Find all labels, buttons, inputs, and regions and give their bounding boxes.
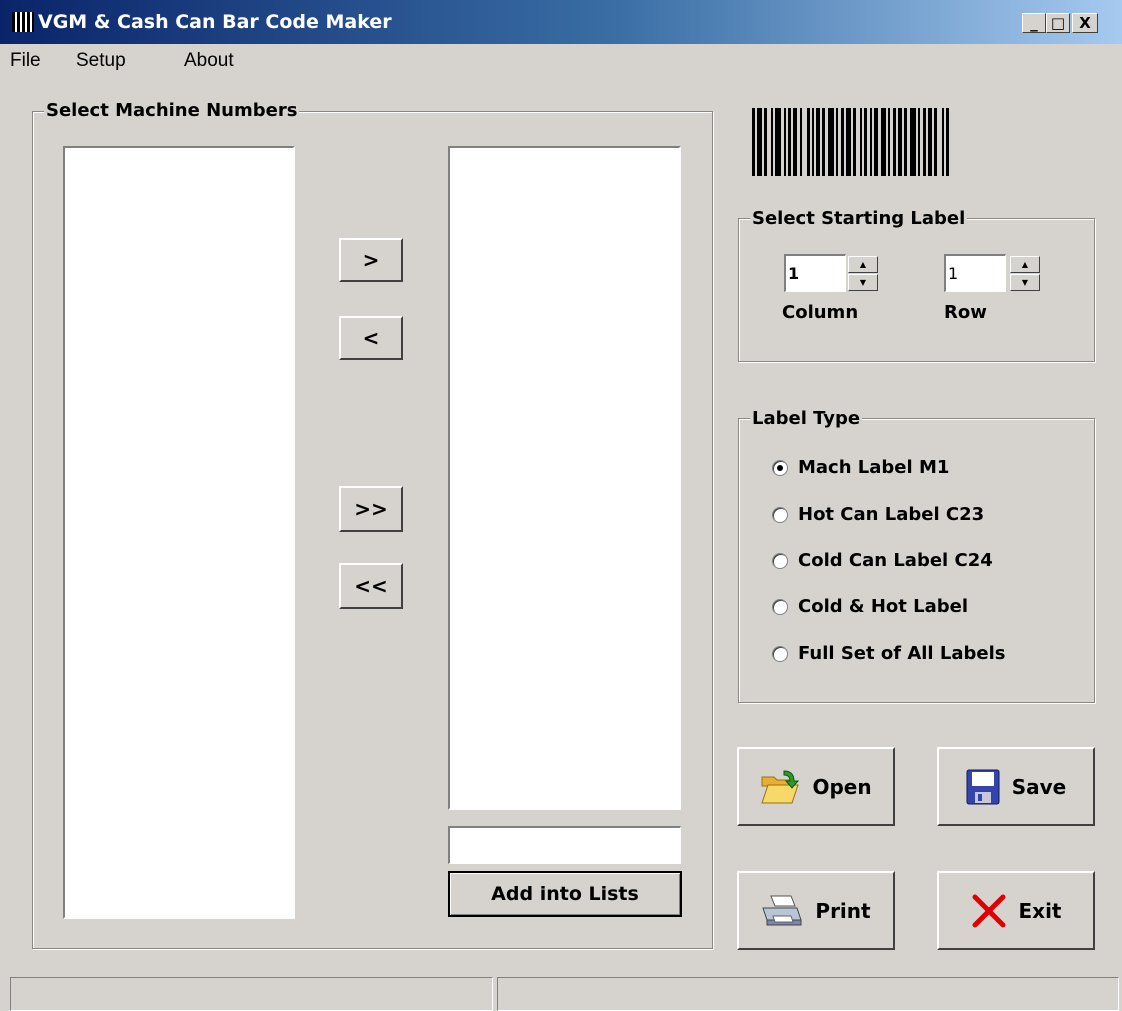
radio-button[interactable] [772,598,788,615]
barcode-bar [910,108,916,176]
radio-label: Hot Can Label C23 [798,504,985,525]
radio-mach-label-m1[interactable]: Mach Label M1 [772,457,949,478]
print-button[interactable]: Print [737,871,895,950]
radio-button[interactable] [772,645,788,662]
barcode-bar [764,108,767,176]
status-panel-right [497,977,1119,1011]
save-button[interactable]: Save [937,747,1095,826]
menu-file[interactable]: File [10,50,41,72]
barcode-bar [864,108,867,176]
window-title: VGM & Cash Can Bar Code Maker [38,11,392,33]
radio-label: Cold & Hot Label [798,596,969,617]
available-machines-list[interactable] [63,146,295,919]
row-caption: Row [944,302,987,323]
barcode-bar [881,108,886,176]
barcode-bar [816,108,820,176]
row-spin-up-button[interactable]: ▲ [1010,256,1040,273]
print-label: Print [815,898,871,923]
barcode-bar [853,108,856,176]
open-button[interactable]: Open [737,747,895,826]
move-left-button[interactable]: < [339,316,403,360]
barcode-bar [807,108,810,176]
radio-button[interactable] [772,552,788,569]
folder-open-icon [761,769,800,803]
red-x-icon [972,894,1005,927]
label-type-title: Label Type [750,408,863,429]
barcode-bar [757,108,762,176]
barcode-bar [898,108,902,176]
row-spinner-input[interactable] [944,254,1006,292]
barcode-bar [942,108,944,176]
barcode-bar [846,108,851,176]
open-label: Open [812,774,872,799]
new-machine-input[interactable] [448,826,681,864]
starting-label-title: Select Starting Label [750,208,968,229]
printer-icon [762,895,803,925]
radio-cold-hot-label[interactable]: Cold & Hot Label [772,596,968,617]
barcode-bar [836,108,838,176]
barcode-bar [904,108,907,176]
maximize-button[interactable]: □ [1046,13,1070,33]
barcode-bar [946,108,949,176]
barcode-bar [934,108,937,176]
machine-numbers-title: Select Machine Numbers [44,100,300,121]
radio-button[interactable] [772,459,788,476]
column-spinner-input[interactable] [784,254,846,292]
app-barcode-icon [12,12,34,32]
barcode-bar [775,108,781,176]
column-caption: Column [782,302,859,323]
exit-label: Exit [1018,898,1062,923]
barcode-bar [860,108,862,176]
barcode-bar [928,108,932,176]
barcode-bar [888,108,890,176]
barcode-bar [752,108,755,176]
barcode-bar [893,108,896,176]
barcode-bar [812,108,814,176]
radio-selected-dot [777,464,783,471]
barcode-bar [841,108,844,176]
radio-label: Full Set of All Labels [798,643,1006,664]
add-into-lists-button[interactable]: Add into Lists [448,871,682,917]
close-button[interactable]: X [1072,13,1098,33]
barcode-bar [793,108,797,176]
minimize-button[interactable]: _ [1022,13,1046,33]
barcode-bar [918,108,920,176]
barcode-bar [828,108,834,176]
menu-bar: File Setup About [0,46,1122,76]
barcode-bar [870,108,872,176]
barcode-bar [874,108,878,176]
radio-full-set-all-labels[interactable]: Full Set of All Labels [772,643,1005,664]
barcode-bar [800,108,802,176]
row-spin-down-button[interactable]: ▼ [1010,274,1040,291]
floppy-disk-icon [966,769,1000,804]
status-panel-left [10,977,493,1011]
menu-setup[interactable]: Setup [76,50,126,72]
barcode-bar [771,108,773,176]
barcode-bar [788,108,791,176]
exit-button[interactable]: Exit [937,871,1095,950]
radio-label: Mach Label M1 [798,457,950,478]
move-all-right-button[interactable]: >> [339,486,403,532]
save-label: Save [1011,774,1067,799]
radio-cold-can-label-c24[interactable]: Cold Can Label C24 [772,550,993,571]
barcode-bar [923,108,926,176]
column-spin-up-button[interactable]: ▲ [848,256,878,273]
barcode-bar [784,108,786,176]
menu-about[interactable]: About [184,50,234,72]
radio-label: Cold Can Label C24 [798,550,993,571]
barcode-icon [752,108,949,176]
move-all-left-button[interactable]: << [339,563,403,609]
title-bar: VGM & Cash Can Bar Code Maker _ □ X [0,0,1122,44]
radio-button[interactable] [772,506,788,523]
selected-machines-list[interactable] [448,146,681,810]
column-spin-down-button[interactable]: ▼ [848,274,878,291]
move-right-button[interactable]: > [339,238,403,282]
radio-hot-can-label-c23[interactable]: Hot Can Label C23 [772,504,984,525]
barcode-bar [822,108,825,176]
